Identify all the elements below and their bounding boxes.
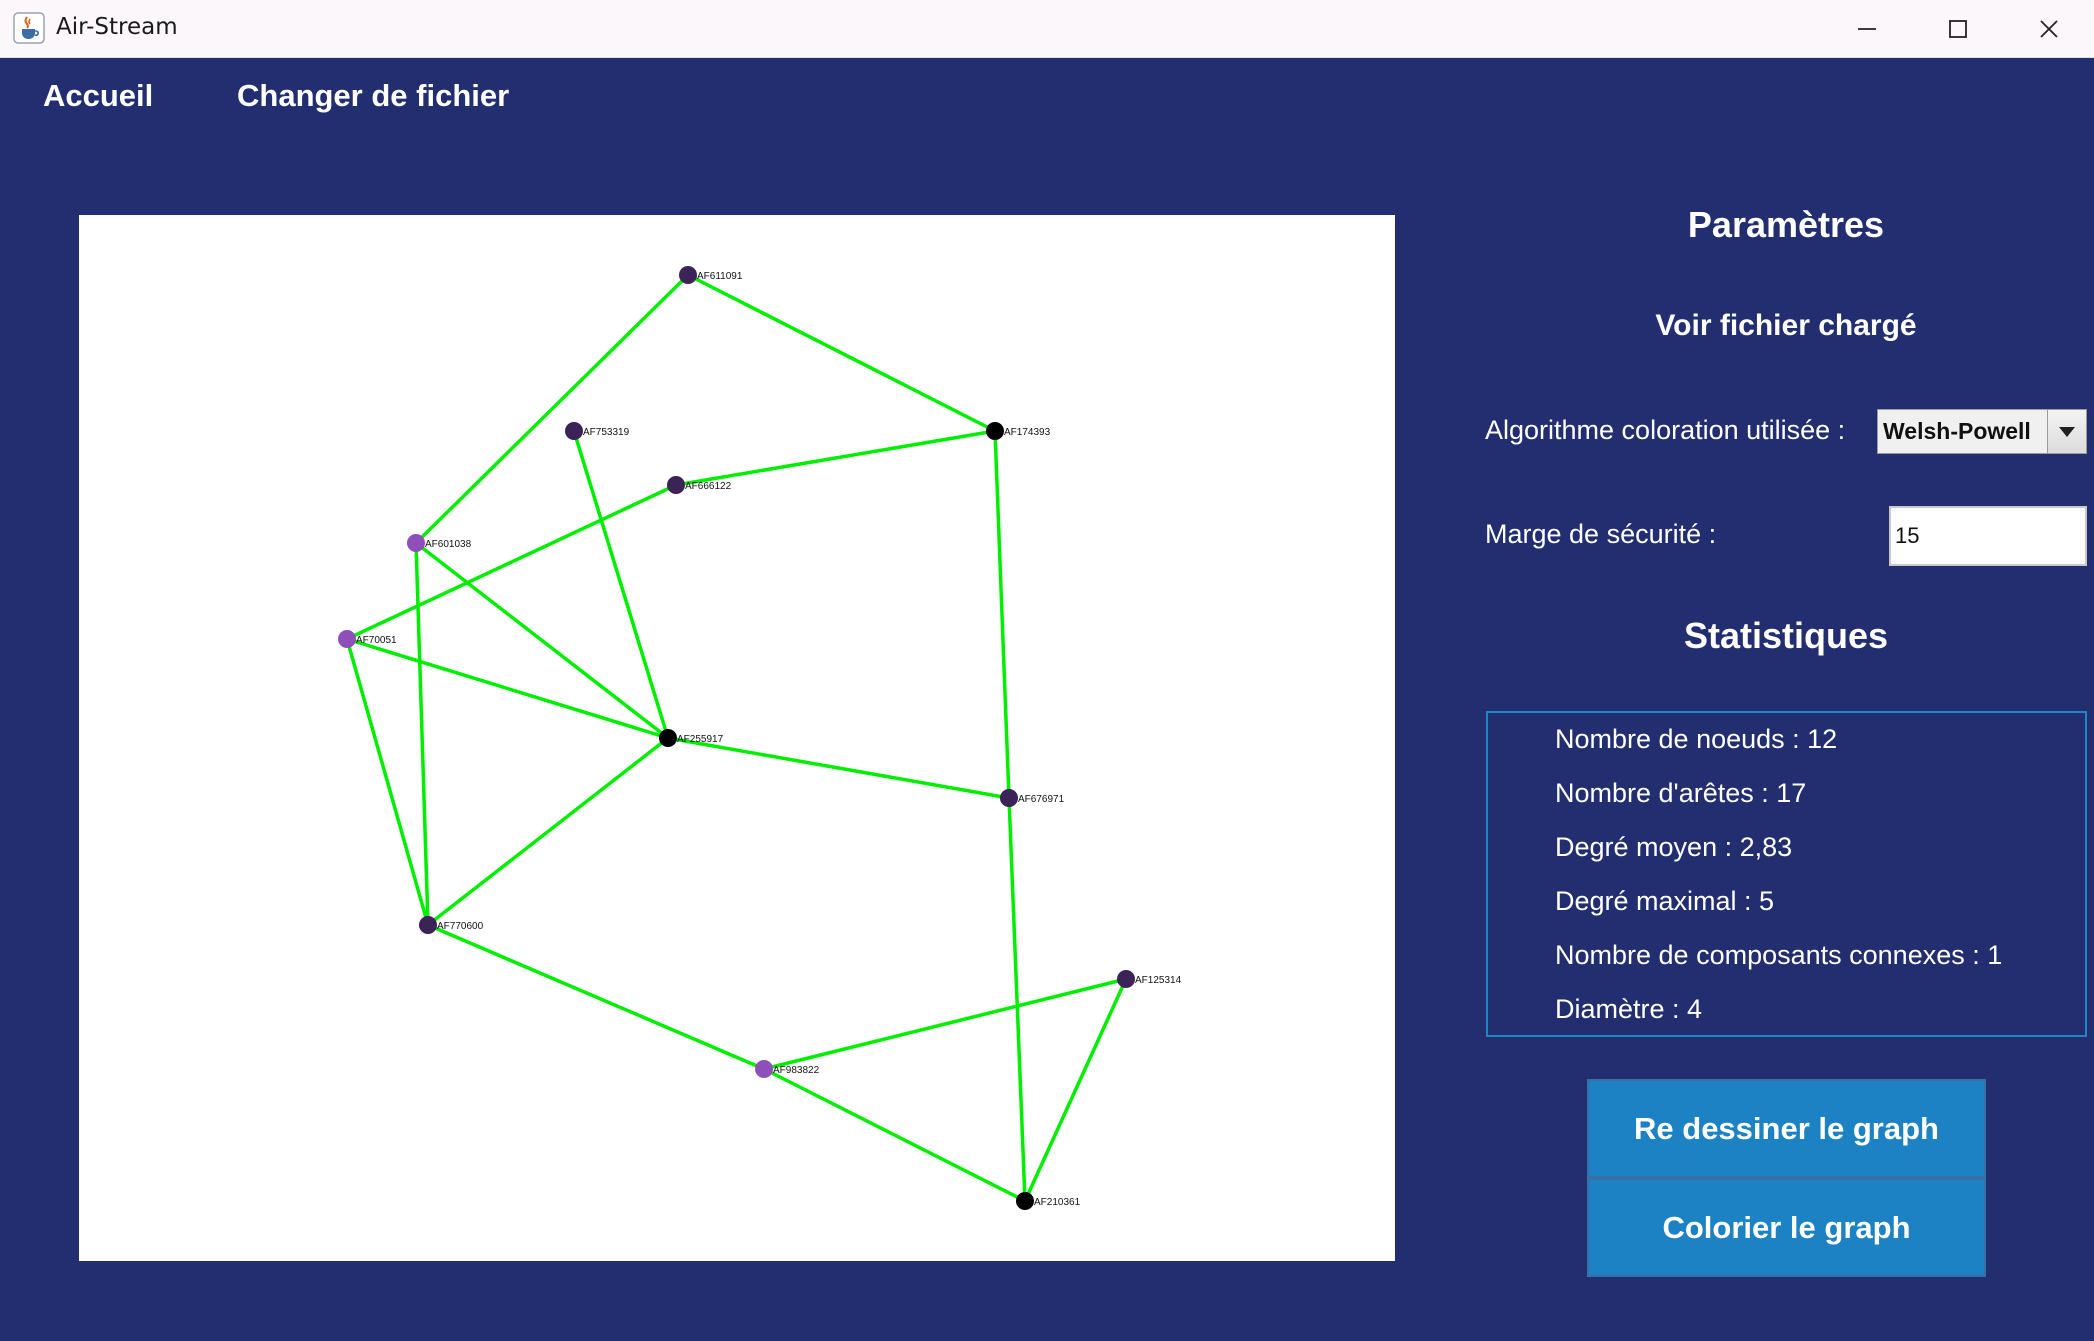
graph-node-label: AF753319 xyxy=(583,427,630,438)
title-bar: Air-Stream xyxy=(0,0,2094,58)
graph-node-label: AF210361 xyxy=(1034,1197,1081,1208)
margin-input[interactable] xyxy=(1889,506,2087,566)
graph-node-label: AF70051 xyxy=(356,635,397,646)
menu-change-file[interactable]: Changer de fichier xyxy=(237,78,509,114)
margin-label: Marge de sécurité : xyxy=(1485,519,1717,549)
graph-node-AF611091[interactable] xyxy=(679,266,697,284)
graph-node-label: AF255917 xyxy=(677,734,724,745)
graph-svg: AF611091 AF753319 AF174393 AF666122 AF601038… xyxy=(338,266,1182,1210)
graph-node-label: AF601038 xyxy=(425,539,472,550)
algo-selected-value: Welsh-Powell xyxy=(1883,418,2031,444)
stat-connected-components: Nombre de composants connexes : 1 xyxy=(1555,940,2003,970)
params-title: Paramètres xyxy=(1687,204,1885,245)
view-file-link[interactable]: Voir fichier chargé xyxy=(1486,309,2086,343)
close-icon xyxy=(2040,19,2058,38)
graph-node-AF255917[interactable] xyxy=(659,729,677,747)
chevron-down-icon xyxy=(2059,426,2075,437)
stats-box xyxy=(1486,711,2087,1037)
maximize-icon xyxy=(1949,19,1967,38)
graph-node-AF174393[interactable] xyxy=(986,422,1004,440)
graph-edge-AF255917-AF676971 xyxy=(667,736,1010,800)
stat-diameter: Diamètre : 4 xyxy=(1555,994,1703,1024)
graph-edge-AF611091-AF601038 xyxy=(414,273,690,545)
stat-node-count: Nombre de noeuds : 12 xyxy=(1555,724,1838,754)
graph-node-AF601038[interactable] xyxy=(407,534,425,552)
graph-node-AF753319[interactable] xyxy=(565,422,583,440)
graph-edge-AF611091-AF174393 xyxy=(687,273,996,433)
graph-node-label: AF174393 xyxy=(1004,427,1051,438)
graph-node-label: AF125314 xyxy=(1135,975,1182,986)
color-graph-button[interactable]: Colorier le graph xyxy=(1587,1178,1986,1277)
dropdown-arrow-button[interactable] xyxy=(2047,410,2086,453)
graph-edge-AF983822-AF210361 xyxy=(763,1067,1026,1203)
graph-node-label: AF676971 xyxy=(1018,794,1065,805)
stat-max-degree: Degré maximal : 5 xyxy=(1555,886,1775,916)
maximize-button[interactable] xyxy=(1913,0,2003,57)
graph-node-AF125314[interactable] xyxy=(1117,970,1135,988)
close-button[interactable] xyxy=(2004,0,2094,57)
window-title: Air-Stream xyxy=(56,14,178,40)
redraw-graph-button[interactable]: Re dessiner le graph xyxy=(1587,1079,1986,1178)
graph-edge-AF174393-AF676971 xyxy=(993,430,1011,799)
graph-edge-AF255917-AF770600 xyxy=(426,736,670,927)
graph-edge-AF770600-AF983822 xyxy=(427,923,765,1071)
algo-select[interactable]: Welsh-Powell xyxy=(1877,409,2087,454)
graph-edge-AF753319-AF255917 xyxy=(572,430,670,739)
minimize-icon xyxy=(1858,27,1876,30)
graph-node-label: AF770600 xyxy=(437,921,484,932)
graph-node-AF983822[interactable] xyxy=(755,1060,773,1078)
graph-edge-AF601038-AF255917 xyxy=(414,541,670,740)
graph-node-label: AF611091 xyxy=(697,271,743,282)
graph-node-AF676971[interactable] xyxy=(1000,789,1018,807)
stats-title: Statistiques xyxy=(1683,615,1889,656)
graph-canvas[interactable]: AF611091 AF753319 AF174393 AF666122 AF601038… xyxy=(79,215,1395,1261)
graph-edge-AF676971-AF210361 xyxy=(1007,797,1027,1202)
graph-edge-AF125314-AF210361 xyxy=(1023,978,1128,1202)
graph-node-AF70051[interactable] xyxy=(338,630,356,648)
stat-edge-count: Nombre d'arêtes : 17 xyxy=(1555,778,1807,808)
graph-node-AF666122[interactable] xyxy=(667,476,685,494)
graph-edge-AF174393-AF666122 xyxy=(675,429,996,487)
graph-node-AF210361[interactable] xyxy=(1016,1192,1034,1210)
java-cup-icon xyxy=(13,12,45,44)
graph-edge-AF983822-AF125314 xyxy=(763,977,1127,1071)
graph-edge-AF70051-AF770600 xyxy=(345,638,430,926)
algo-label: Algorithme coloration utilisée : xyxy=(1485,415,1846,445)
menu-home[interactable]: Accueil xyxy=(43,78,153,114)
graph-edge-AF70051-AF255917 xyxy=(346,637,669,740)
graph-node-AF770600[interactable] xyxy=(419,916,437,934)
graph-node-label: AF983822 xyxy=(773,1065,820,1076)
graph-node-label: AF666122 xyxy=(685,481,732,492)
minimize-button[interactable] xyxy=(1822,0,1912,57)
stat-average-degree: Degré moyen : 2,83 xyxy=(1555,832,1793,862)
